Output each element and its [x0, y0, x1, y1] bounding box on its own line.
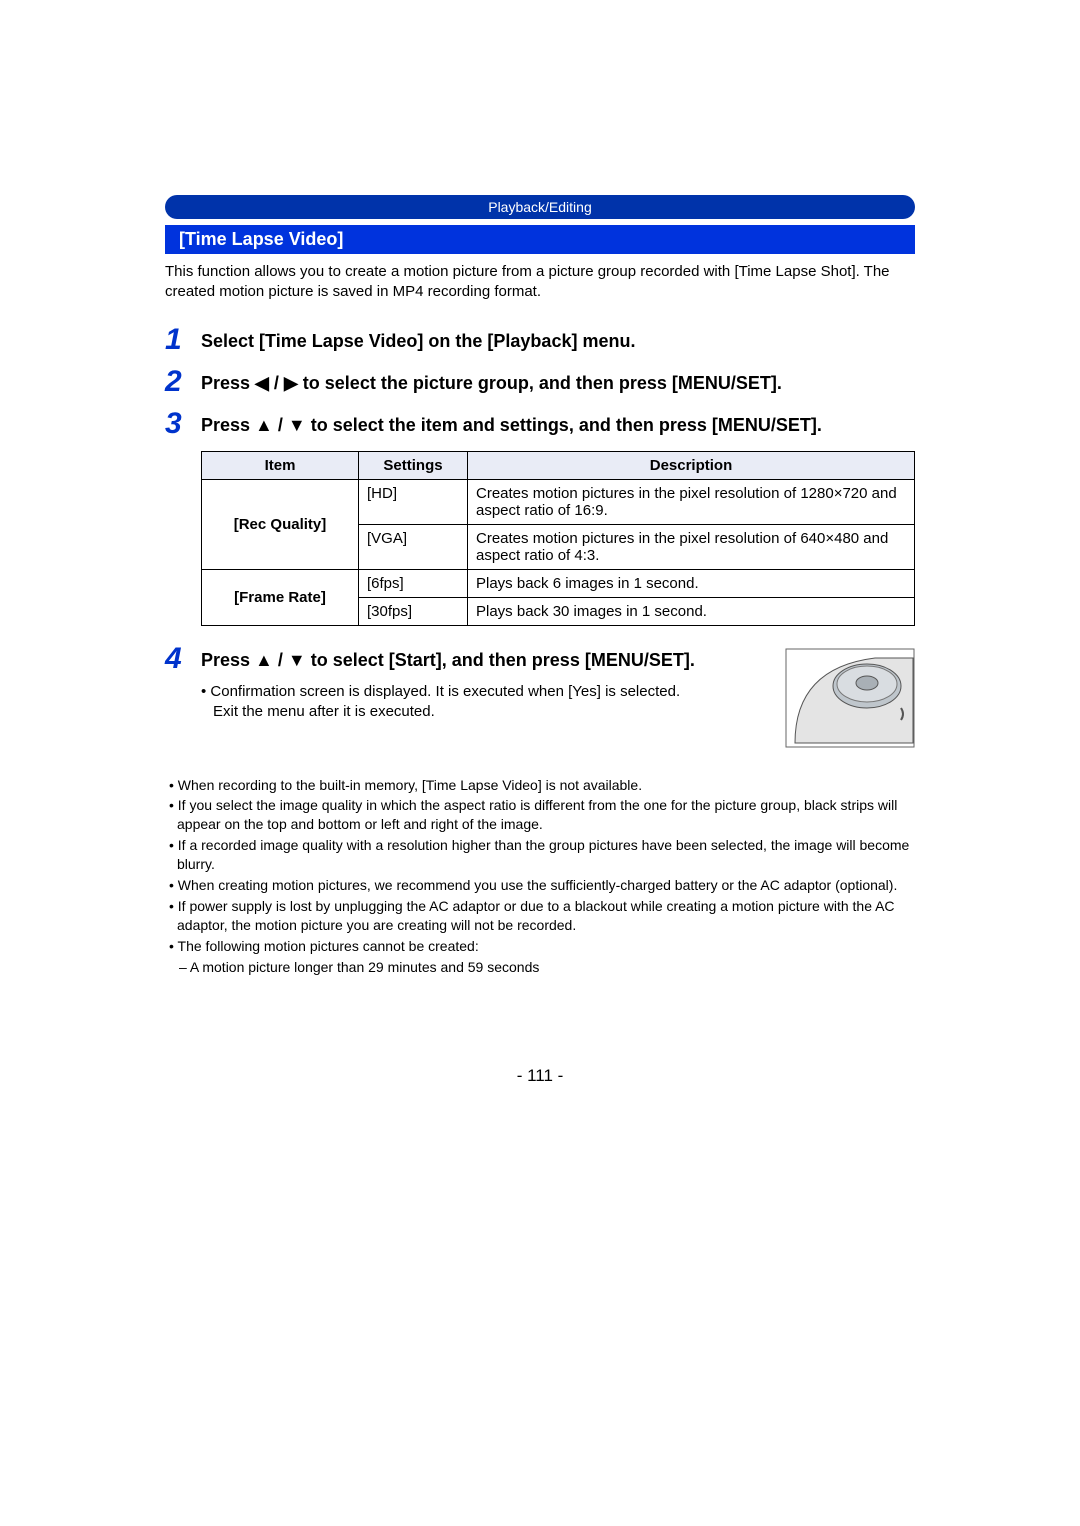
- note-item: • When creating motion pictures, we reco…: [165, 876, 915, 895]
- intro-paragraph: This function allows you to create a mot…: [165, 262, 915, 303]
- cell-item: [Rec Quality]: [202, 479, 359, 569]
- note-item: • If a recorded image quality with a res…: [165, 836, 915, 874]
- note-item: • If power supply is lost by unplugging …: [165, 897, 915, 935]
- step-text: Select [Time Lapse Video] on the [Playba…: [201, 325, 915, 353]
- step-3: 3 Press ▲ / ▼ to select the item and set…: [165, 409, 915, 439]
- section-title-bar: [Time Lapse Video]: [165, 225, 915, 254]
- step-number: 1: [165, 325, 201, 355]
- cell-setting: [HD]: [359, 479, 468, 524]
- note-item: • If you select the image quality in whi…: [165, 796, 915, 834]
- th-description: Description: [468, 451, 915, 479]
- step-1: 1 Select [Time Lapse Video] on the [Play…: [165, 325, 915, 355]
- step-4-sub-bullets: • Confirmation screen is displayed. It i…: [201, 682, 765, 723]
- step-4: 4 Press ▲ / ▼ to select [Start], and the…: [165, 644, 765, 674]
- step-text-pre: Press: [201, 650, 255, 670]
- slash: /: [278, 650, 283, 670]
- notes-block: • When recording to the built-in memory,…: [165, 776, 915, 977]
- manual-page: Playback/Editing [Time Lapse Video] This…: [0, 0, 1080, 1526]
- note-item: • The following motion pictures cannot b…: [165, 937, 915, 956]
- cell-item: [Frame Rate]: [202, 569, 359, 625]
- table-row: [Frame Rate] [6fps] Plays back 6 images …: [202, 569, 915, 597]
- step-text-pre: Press: [201, 415, 255, 435]
- cell-setting: [6fps]: [359, 569, 468, 597]
- cell-setting: [30fps]: [359, 597, 468, 625]
- step-number: 4: [165, 644, 201, 674]
- step-text-mid: to select [Start], and then press [MENU/…: [311, 650, 695, 670]
- up-arrow-icon: ▲: [255, 415, 273, 435]
- step-2: 2 Press ◀ / ▶ to select the picture grou…: [165, 367, 915, 397]
- th-settings: Settings: [359, 451, 468, 479]
- cell-desc: Plays back 30 images in 1 second.: [468, 597, 915, 625]
- down-arrow-icon: ▼: [288, 415, 306, 435]
- step-number: 2: [165, 367, 201, 397]
- step-4-row: 4 Press ▲ / ▼ to select [Start], and the…: [165, 644, 915, 748]
- step-text: Press ◀ / ▶ to select the picture group,…: [201, 367, 915, 395]
- step-number: 3: [165, 409, 201, 439]
- right-arrow-icon: ▶: [284, 373, 298, 393]
- sub-bullet: • Confirmation screen is displayed. It i…: [201, 682, 765, 702]
- step-text: Press ▲ / ▼ to select [Start], and then …: [201, 644, 765, 672]
- settings-table: Item Settings Description [Rec Quality] …: [201, 451, 915, 626]
- step-text-mid: to select the picture group, and then pr…: [303, 373, 782, 393]
- note-item: • When recording to the built-in memory,…: [165, 776, 915, 795]
- slash: /: [278, 415, 283, 435]
- cell-desc: Plays back 6 images in 1 second.: [468, 569, 915, 597]
- device-corner-illustration: [785, 648, 915, 748]
- table-row: [Rec Quality] [HD] Creates motion pictur…: [202, 479, 915, 524]
- down-arrow-icon: ▼: [288, 650, 306, 670]
- page-number: - 111 -: [165, 1066, 915, 1086]
- th-item: Item: [202, 451, 359, 479]
- step-text: Press ▲ / ▼ to select the item and setti…: [201, 409, 915, 437]
- step-text-pre: Press: [201, 373, 255, 393]
- cell-setting: [VGA]: [359, 524, 468, 569]
- cell-desc: Creates motion pictures in the pixel res…: [468, 524, 915, 569]
- step-text-mid: to select the item and settings, and the…: [311, 415, 822, 435]
- sub-bullet: Exit the menu after it is executed.: [201, 702, 765, 722]
- up-arrow-icon: ▲: [255, 650, 273, 670]
- note-sub-item: – A motion picture longer than 29 minute…: [165, 958, 915, 977]
- left-arrow-icon: ◀: [255, 373, 269, 393]
- slash: /: [274, 373, 279, 393]
- settings-table-wrap: Item Settings Description [Rec Quality] …: [201, 451, 915, 626]
- breadcrumb: Playback/Editing: [165, 195, 915, 219]
- cell-desc: Creates motion pictures in the pixel res…: [468, 479, 915, 524]
